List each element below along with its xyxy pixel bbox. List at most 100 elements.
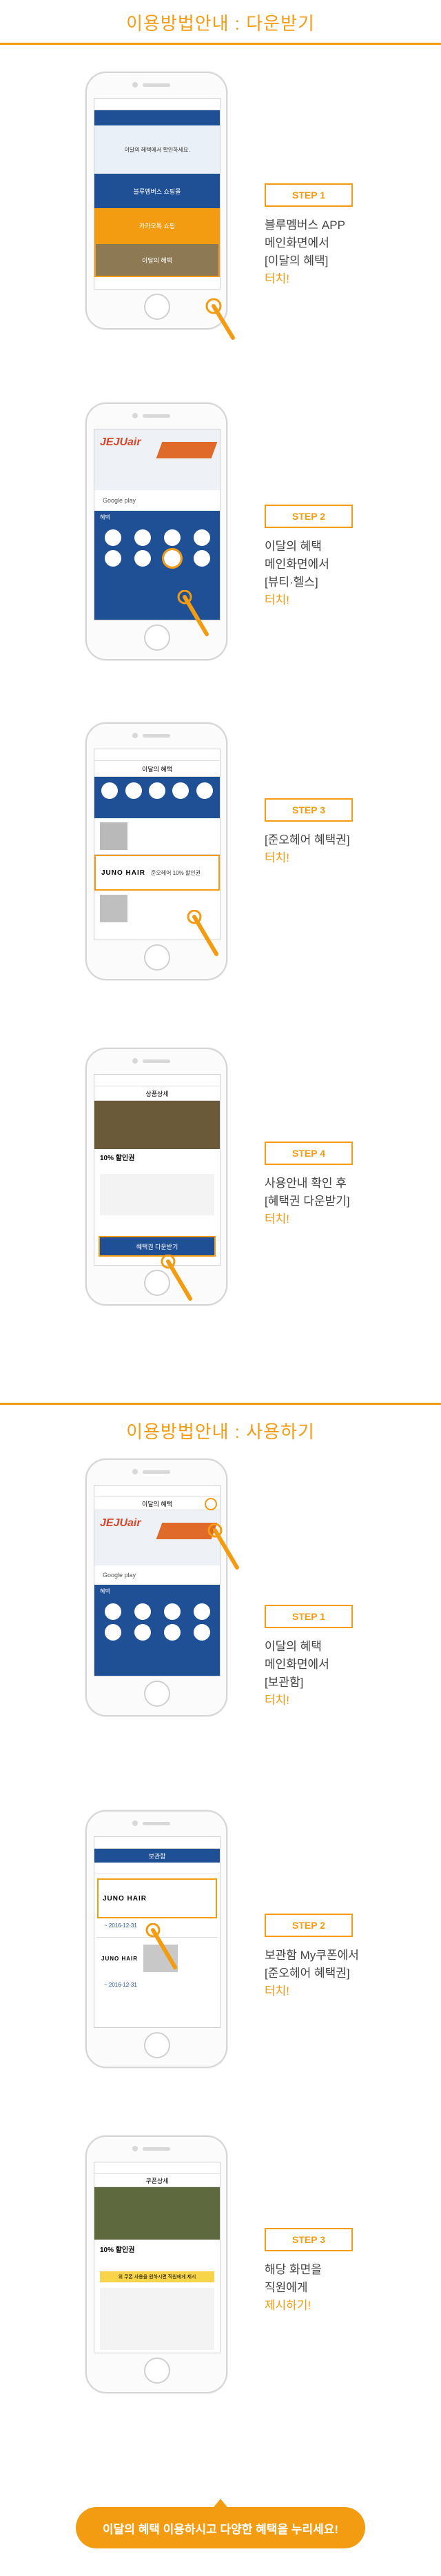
step-badge: STEP 3 bbox=[265, 2228, 353, 2251]
divider-line bbox=[0, 1403, 441, 1405]
category-icon[interactable] bbox=[163, 1624, 181, 1641]
step-line: 이달의 혜택 bbox=[265, 1640, 322, 1653]
home-button[interactable] bbox=[144, 944, 170, 971]
category-icon[interactable] bbox=[163, 1603, 181, 1620]
tab-bar[interactable] bbox=[94, 1863, 220, 1874]
category-title: 혜택 bbox=[100, 514, 110, 520]
app-header bbox=[94, 1837, 220, 1849]
storage-box-icon[interactable] bbox=[205, 1498, 217, 1510]
phone-screen: 이달의 혜택에서 확인하세요. 블루멤버스 쇼핑몰 카카오톡 쇼핑 이달의 혜택 bbox=[94, 98, 220, 290]
camera-dot bbox=[132, 413, 138, 418]
menu-row-shopping[interactable]: 블루멤버스 쇼핑몰 bbox=[94, 174, 220, 208]
menu-row-monthly-benefit[interactable]: 이달의 혜택 bbox=[94, 243, 220, 277]
step-accent: 터치! bbox=[265, 272, 290, 285]
step-accent: 터치! bbox=[265, 594, 290, 607]
category-icon[interactable] bbox=[196, 782, 213, 799]
category-icon[interactable] bbox=[134, 1624, 151, 1641]
home-button[interactable] bbox=[144, 625, 170, 651]
menu-row-kakao[interactable]: 카카오톡 쇼핑 bbox=[94, 208, 220, 243]
step-line: [혜택권 다운받기] bbox=[265, 1195, 350, 1208]
salon-photo bbox=[94, 2187, 220, 2240]
step-line: [준오헤어 혜택권] bbox=[265, 1967, 350, 1980]
offer-row[interactable] bbox=[94, 818, 220, 855]
banner-brand: JEJUair bbox=[100, 436, 141, 448]
home-button[interactable] bbox=[144, 2357, 170, 2384]
step-accent: 터치! bbox=[265, 851, 290, 864]
download-coupon-button[interactable]: 혜택권 다운받기 bbox=[99, 1236, 216, 1257]
step-badge: STEP 2 bbox=[265, 505, 353, 528]
offer-text: 준오헤어 10% 할인권 bbox=[151, 869, 201, 876]
section-header-use: 이용방법안내 : 사용하기 bbox=[0, 1403, 441, 1451]
speaker bbox=[143, 2147, 170, 2151]
category-title: 혜택 bbox=[100, 1588, 110, 1594]
step-line: 메인화면에서 bbox=[265, 558, 329, 571]
category-icon[interactable] bbox=[125, 782, 142, 799]
category-grid bbox=[94, 524, 220, 572]
step-accent: 터치! bbox=[265, 1694, 290, 1707]
category-icon[interactable] bbox=[134, 550, 151, 567]
phone-mockup: 이달의 혜택에서 확인하세요. 블루멤버스 쇼핑몰 카카오톡 쇼핑 이달의 혜택 bbox=[85, 72, 227, 329]
category-icon[interactable] bbox=[148, 782, 165, 799]
speaker bbox=[143, 1822, 170, 1825]
app-header bbox=[94, 1485, 220, 1497]
coupon-item-juno[interactable]: JUNO HAIR bbox=[97, 1878, 217, 1918]
final-message-bubble: 이달의 혜택 이용하시고 다양한 혜택을 누리세요! bbox=[76, 2499, 365, 2548]
google-play-badge[interactable]: Google play bbox=[94, 490, 220, 511]
camera-dot bbox=[132, 1058, 138, 1064]
salon-photo bbox=[94, 1101, 220, 1149]
category-grid bbox=[94, 1598, 220, 1646]
category-icon[interactable] bbox=[193, 1603, 210, 1620]
brand-logo: JUNO HAIR bbox=[101, 1955, 139, 1962]
camera-dot bbox=[132, 2146, 138, 2151]
step-card: STEP 2 이달의 혜택 메인화면에서 [뷰티·헬스] 터치! bbox=[265, 505, 353, 609]
category-icon[interactable] bbox=[104, 550, 121, 567]
camera-dot bbox=[132, 82, 138, 88]
airline-banner: JEJUair bbox=[94, 1510, 220, 1565]
screen-title: 쿠폰상세 bbox=[94, 2174, 220, 2187]
category-icon[interactable] bbox=[104, 529, 121, 546]
category-icon[interactable] bbox=[104, 1624, 121, 1641]
step-line: [뷰티·헬스] bbox=[265, 576, 318, 589]
google-play-badge[interactable]: Google play bbox=[94, 1565, 220, 1585]
hand-pointer-icon bbox=[187, 910, 218, 956]
category-icon[interactable] bbox=[134, 529, 151, 546]
phone-screen: 쿠폰상세 10% 할인권 위 쿠폰 사용을 원하시면 직원에게 제시 bbox=[94, 2162, 220, 2353]
step-badge: STEP 2 bbox=[265, 1914, 353, 1937]
category-icon[interactable] bbox=[172, 782, 189, 799]
category-icon[interactable] bbox=[163, 529, 181, 546]
category-icon[interactable] bbox=[134, 1603, 151, 1620]
category-grid bbox=[94, 777, 220, 804]
category-icon[interactable] bbox=[101, 782, 119, 799]
hand-pointer-icon bbox=[161, 1255, 192, 1301]
store-label: Google play bbox=[103, 497, 136, 504]
app-header bbox=[94, 1075, 220, 1086]
offer-row-juno[interactable]: JUNO HAIR 준오헤어 10% 할인권 bbox=[94, 855, 220, 891]
step-accent: 터치! bbox=[265, 1985, 290, 1998]
step-card: STEP 1 이달의 혜택 메인화면에서 [보관함] 터치! bbox=[265, 1605, 353, 1710]
category-icon[interactable] bbox=[161, 548, 183, 569]
step-card: STEP 3 [준오헤어 혜택권] 터치! bbox=[265, 798, 353, 867]
promo-text: 이달의 혜택에서 확인하세요. bbox=[124, 146, 190, 153]
screen-title: 이달의 혜택 bbox=[94, 761, 220, 777]
home-button[interactable] bbox=[144, 294, 170, 320]
category-icon[interactable] bbox=[193, 529, 210, 546]
home-button[interactable] bbox=[144, 1681, 170, 1707]
banner-brand: JEJUair bbox=[100, 1517, 141, 1529]
home-button[interactable] bbox=[144, 2032, 170, 2058]
category-icon[interactable] bbox=[104, 1603, 121, 1620]
menu-row-label: 이달의 혜택 bbox=[142, 256, 172, 264]
section-title: 이용방법안내 : 다운받기 bbox=[126, 13, 315, 34]
juno-hair-logo: JUNO HAIR bbox=[103, 1894, 147, 1903]
juno-hair-logo: JUNO HAIR bbox=[101, 869, 146, 877]
step-card: STEP 3 해당 화면을 직원에게 제시하기! bbox=[265, 2228, 353, 2315]
category-icon[interactable] bbox=[193, 550, 210, 567]
coupon-details bbox=[100, 2288, 214, 2350]
category-icon[interactable] bbox=[193, 1624, 210, 1641]
app-nav bbox=[94, 110, 220, 125]
step-line: [보관함] bbox=[265, 1676, 304, 1689]
screen-title: 보관함 bbox=[94, 1849, 220, 1863]
step-badge: STEP 4 bbox=[265, 1142, 353, 1165]
step-accent: 터치! bbox=[265, 1213, 290, 1226]
speaker bbox=[143, 1059, 170, 1063]
app-header bbox=[94, 749, 220, 761]
